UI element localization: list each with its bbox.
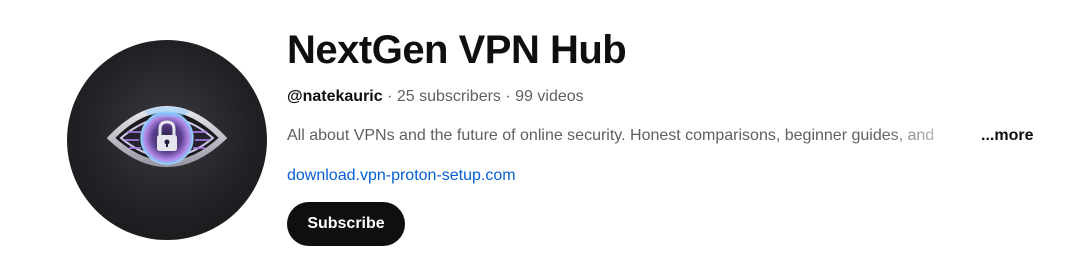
channel-link[interactable]: download.vpn-proton-setup.com	[287, 165, 516, 187]
video-count: 99 videos	[515, 88, 584, 105]
eye-lock-icon	[106, 106, 228, 167]
channel-name: NextGen VPN Hub	[287, 28, 627, 72]
channel-avatar[interactable]	[67, 40, 267, 240]
channel-handle: @natekauric	[287, 88, 383, 105]
channel-header: NextGen VPN Hub @natekauric · 25 subscri…	[0, 0, 1082, 272]
subscriber-count: 25 subscribers	[396, 88, 501, 105]
channel-description-row[interactable]: All about VPNs and the future of online …	[287, 125, 1047, 147]
channel-info: NextGen VPN Hub @natekauric · 25 subscri…	[287, 24, 1067, 246]
subscribe-button[interactable]: Subscribe	[287, 202, 405, 246]
meta-separator: ·	[505, 88, 511, 105]
channel-description: All about VPNs and the future of online …	[287, 127, 935, 144]
more-button[interactable]: ...more	[981, 125, 1033, 147]
meta-separator: ·	[387, 88, 393, 105]
channel-meta: @natekauric · 25 subscribers · 99 videos	[287, 86, 1067, 108]
